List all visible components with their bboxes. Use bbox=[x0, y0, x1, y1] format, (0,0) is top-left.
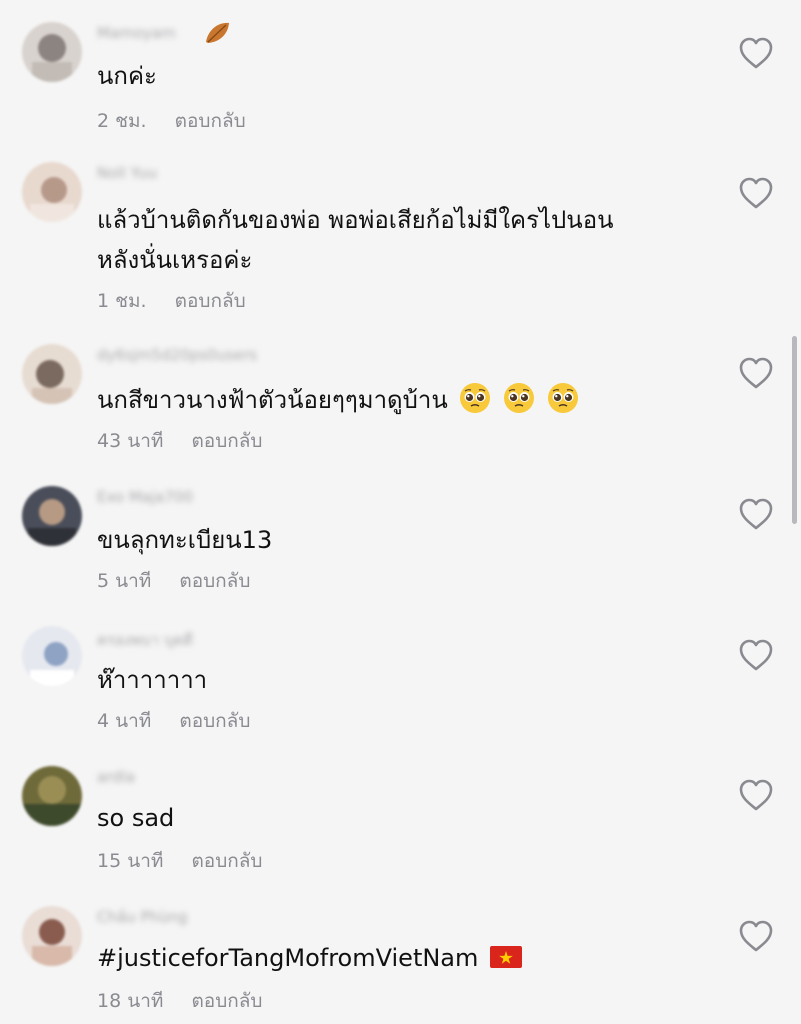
comment-text: ขนลุกทะเบียน13 bbox=[97, 520, 272, 560]
reply-button[interactable]: ตอบกลับ bbox=[191, 430, 262, 452]
pleading-face-icon bbox=[460, 383, 491, 413]
comment-meta: 18 นาที ตอบกลับ bbox=[97, 986, 262, 1016]
like-heart-icon[interactable] bbox=[738, 176, 774, 210]
comment-time: 15 นาที bbox=[97, 850, 164, 872]
reply-button[interactable]: ตอบกลับ bbox=[191, 850, 262, 872]
comment-time: 43 นาที bbox=[97, 430, 164, 452]
comment-text: แล้วบ้านติดกันของพ่อ พอพ่อเสียก้อไม่มีใค… bbox=[97, 200, 614, 280]
comment-text-line: ห๊าาาาาาา bbox=[97, 666, 208, 694]
avatar[interactable] bbox=[22, 162, 82, 222]
avatar[interactable] bbox=[22, 486, 82, 546]
comment-text: นกสีขาวนางฟ้าตัวน้อยๆๆมาดูบ้าน bbox=[97, 380, 579, 420]
username[interactable]: dy6sjm5d20ps0users bbox=[97, 346, 257, 364]
like-heart-icon[interactable] bbox=[738, 919, 774, 953]
comment-time: 1 ชม. bbox=[97, 290, 147, 312]
pleading-face-icon bbox=[504, 383, 535, 413]
comment-time: 4 นาที bbox=[97, 710, 152, 732]
comment-time: 2 ชม. bbox=[97, 110, 147, 132]
comment-text: นกค่ะ bbox=[97, 56, 157, 96]
pleading-face-icon bbox=[547, 383, 578, 413]
comment-text-line: ขนลุกทะเบียน13 bbox=[97, 526, 273, 554]
username[interactable]: Noll Yuu bbox=[97, 164, 157, 182]
username[interactable]: Chầu Phùng bbox=[97, 908, 188, 926]
comment-meta: 5 นาที ตอบกลับ bbox=[97, 566, 250, 596]
comment-meta: 43 นาที ตอบกลับ bbox=[97, 426, 262, 456]
username[interactable]: Mamoyam bbox=[97, 24, 176, 42]
username[interactable]: Exo Maja700 bbox=[97, 488, 193, 506]
comment-text-line: so sad bbox=[97, 804, 175, 832]
comment-text-line: #justiceforTangMofromVietNam bbox=[97, 944, 479, 972]
like-heart-icon[interactable] bbox=[738, 778, 774, 812]
username[interactable]: ครองพบา บุตดี bbox=[97, 628, 193, 649]
avatar[interactable] bbox=[22, 766, 82, 826]
reply-button[interactable]: ตอบกลับ bbox=[191, 990, 262, 1012]
reply-button[interactable]: ตอบกลับ bbox=[175, 110, 246, 132]
comment-meta: 4 นาที ตอบกลับ bbox=[97, 706, 250, 736]
avatar[interactable] bbox=[22, 626, 82, 686]
username[interactable]: ardla bbox=[97, 768, 135, 786]
like-heart-icon[interactable] bbox=[738, 638, 774, 672]
like-heart-icon[interactable] bbox=[738, 36, 774, 70]
fallen-leaf-icon bbox=[206, 22, 229, 43]
like-heart-icon[interactable] bbox=[738, 497, 774, 531]
reply-button[interactable]: ตอบกลับ bbox=[179, 570, 250, 592]
avatar[interactable] bbox=[22, 906, 82, 966]
comment-text-line: แล้วบ้านติดกันของพ่อ พอพ่อเสียก้อไม่มีใค… bbox=[97, 206, 614, 234]
comment-time: 18 นาที bbox=[97, 990, 164, 1012]
reply-button[interactable]: ตอบกลับ bbox=[175, 290, 246, 312]
avatar[interactable] bbox=[22, 344, 82, 404]
comment-text-line: นกค่ะ bbox=[97, 62, 157, 90]
vietnam-flag-icon bbox=[490, 946, 523, 968]
comment-text: ห๊าาาาาาา bbox=[97, 660, 207, 700]
scrollbar[interactable] bbox=[792, 336, 797, 524]
comment-text-line: หลังนั่นเหรอค่ะ bbox=[97, 246, 253, 274]
comment-text: so sad bbox=[97, 798, 174, 838]
avatar[interactable] bbox=[22, 22, 82, 82]
comment-meta: 1 ชม. ตอบกลับ bbox=[97, 286, 246, 316]
like-heart-icon[interactable] bbox=[738, 356, 774, 390]
comment-time: 5 นาที bbox=[97, 570, 152, 592]
comment-meta: 15 นาที ตอบกลับ bbox=[97, 846, 262, 876]
comment-list: Mamoyam นกค่ะ 2 ชม. ตอบกลับ Noll Yuu แล้… bbox=[0, 0, 801, 1024]
comment-meta: 2 ชม. ตอบกลับ bbox=[97, 106, 246, 136]
reply-button[interactable]: ตอบกลับ bbox=[179, 710, 250, 732]
comment-text: #justiceforTangMofromVietNam bbox=[97, 938, 523, 978]
comment-text-line: นกสีขาวนางฟ้าตัวน้อยๆๆมาดูบ้าน bbox=[97, 386, 448, 414]
